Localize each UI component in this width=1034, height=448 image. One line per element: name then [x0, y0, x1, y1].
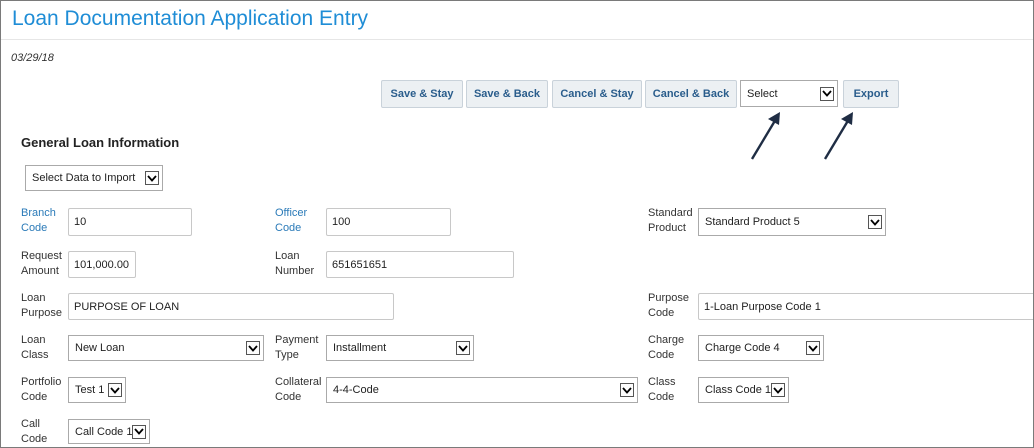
call-code-label-line2: Code: [21, 433, 48, 445]
cancel-back-button[interactable]: Cancel & Back: [645, 80, 737, 108]
purpose-code-label-line1: Purpose: [648, 292, 689, 304]
standard-product-label-line1: Standard: [648, 207, 693, 219]
page-title: Loan Documentation Application Entry: [12, 7, 369, 30]
collateral-code-label-line1: Collateral: [275, 376, 322, 388]
portfolio-code-label-line1: Portfolio: [21, 376, 62, 388]
charge-code-label-line1: Charge: [648, 334, 685, 346]
loan-class-label-line2: Class: [21, 349, 49, 361]
chevron-down-icon[interactable]: [620, 383, 634, 397]
purpose-code-select[interactable]: 1-Loan Purpose Code 1: [698, 293, 1033, 320]
import-data-select[interactable]: Select Data to Import: [25, 165, 163, 191]
save-stay-button[interactable]: Save & Stay: [381, 80, 463, 108]
loan-class-label: Loan Class: [21, 333, 49, 363]
payment-type-label-line1: Payment: [275, 334, 319, 346]
standard-product-select[interactable]: Standard Product 5: [698, 208, 886, 236]
chevron-down-icon[interactable]: [145, 171, 159, 185]
purpose-code-label-line2: Code: [648, 307, 675, 319]
chevron-down-icon[interactable]: [868, 215, 882, 229]
loan-class-value: New Loan: [75, 342, 125, 354]
section-title: General Loan Information: [21, 135, 180, 150]
action-select[interactable]: Select: [740, 80, 838, 107]
portfolio-code-label: Portfolio Code: [21, 375, 61, 405]
loan-number-label-line1: Loan: [275, 250, 300, 262]
chevron-down-icon[interactable]: [820, 86, 834, 101]
action-select-value: Select: [747, 87, 778, 100]
branch-code-input[interactable]: 10: [68, 208, 192, 236]
portfolio-code-label-line2: Code: [21, 391, 48, 403]
request-amount-label-line1: Request: [21, 250, 62, 262]
request-amount-label: Request Amount: [21, 249, 62, 279]
loan-class-label-line1: Loan: [21, 334, 46, 346]
collateral-code-label: Collateral Code: [275, 375, 321, 405]
charge-code-label: Charge Code: [648, 333, 684, 363]
request-amount-label-line2: Amount: [21, 265, 59, 277]
officer-code-input[interactable]: 100: [326, 208, 451, 236]
request-amount-input[interactable]: 101,000.00: [68, 251, 136, 278]
class-code-label-line1: Class: [648, 376, 676, 388]
collateral-code-value: 4-4-Code: [333, 384, 379, 396]
call-code-value: Call Code 1: [75, 425, 133, 438]
charge-code-select[interactable]: Charge Code 4: [698, 335, 824, 361]
page-date: 03/29/18: [11, 52, 54, 64]
title-divider: [1, 39, 1033, 40]
class-code-value: Class Code 1: [705, 384, 772, 396]
purpose-code-label: Purpose Code: [648, 291, 689, 321]
chevron-down-icon[interactable]: [806, 341, 820, 355]
branch-code-label-line1: Branch: [21, 207, 56, 219]
officer-code-label-line1: Officer: [275, 207, 308, 219]
call-code-label-line1: Call: [21, 418, 40, 430]
standard-product-value: Standard Product 5: [705, 216, 800, 228]
class-code-select[interactable]: Class Code 1: [698, 377, 789, 403]
charge-code-label-line2: Code: [648, 349, 675, 361]
cancel-stay-button[interactable]: Cancel & Stay: [552, 80, 642, 108]
charge-code-value: Charge Code 4: [705, 342, 780, 354]
call-code-select[interactable]: Call Code 1: [68, 419, 150, 444]
payment-type-label-line2: Type: [275, 349, 299, 361]
portfolio-code-value: Test 1: [75, 384, 105, 396]
collateral-code-label-line2: Code: [275, 391, 302, 403]
standard-product-label: Standard Product: [648, 206, 693, 236]
chevron-down-icon[interactable]: [456, 341, 470, 355]
chevron-down-icon[interactable]: [108, 383, 122, 397]
collateral-code-select[interactable]: 4-4-Code: [326, 377, 638, 403]
loan-number-label-line2: Number: [275, 265, 315, 277]
chevron-down-icon[interactable]: [246, 341, 260, 355]
loan-number-input[interactable]: 651651651: [326, 251, 514, 278]
chevron-down-icon[interactable]: [132, 424, 146, 439]
chevron-down-icon[interactable]: [771, 383, 785, 397]
payment-type-select[interactable]: Installment: [326, 335, 474, 361]
loan-purpose-label-line1: Loan: [21, 292, 46, 304]
officer-code-label[interactable]: Officer Code: [275, 206, 307, 236]
standard-product-label-line2: Product: [648, 222, 686, 234]
payment-type-value: Installment: [333, 342, 387, 354]
call-code-label: Call Code: [21, 417, 47, 447]
save-back-button[interactable]: Save & Back: [466, 80, 548, 108]
class-code-label-line2: Code: [648, 391, 675, 403]
loan-purpose-label-line2: Purpose: [21, 307, 62, 319]
arrow-icon: [750, 112, 780, 160]
loan-purpose-input[interactable]: PURPOSE OF LOAN: [68, 293, 394, 320]
class-code-label: Class Code: [648, 375, 676, 405]
officer-code-label-line2: Code: [275, 222, 302, 234]
payment-type-label: Payment Type: [275, 333, 318, 363]
portfolio-code-select[interactable]: Test 1: [68, 377, 126, 403]
loan-class-select[interactable]: New Loan: [68, 335, 264, 361]
arrow-icon: [823, 112, 853, 160]
import-data-select-value: Select Data to Import: [32, 172, 136, 184]
branch-code-label-line2: Code: [21, 222, 48, 234]
loan-purpose-label: Loan Purpose: [21, 291, 62, 321]
app-frame: Loan Documentation Application Entry 03/…: [0, 0, 1034, 448]
branch-code-label[interactable]: Branch Code: [21, 206, 56, 236]
export-button[interactable]: Export: [843, 80, 899, 108]
loan-number-label: Loan Number: [275, 249, 314, 279]
